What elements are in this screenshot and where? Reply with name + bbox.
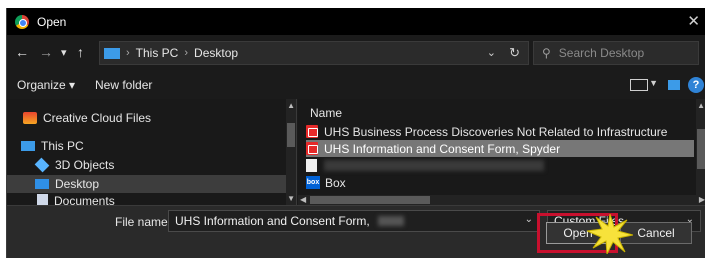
pdf-icon	[306, 125, 318, 138]
sidebar-item-label: This PC	[41, 139, 84, 153]
creative-cloud-icon	[23, 112, 37, 124]
documents-icon	[37, 194, 48, 205]
breadcrumb-separator: ›	[126, 47, 130, 59]
file-row[interactable]	[306, 157, 694, 174]
scroll-up-icon[interactable]: ▲	[697, 101, 705, 110]
view-options-icon[interactable]	[630, 79, 648, 91]
scrollbar-thumb[interactable]	[287, 123, 295, 147]
column-header-name[interactable]: Name	[310, 106, 342, 120]
file-name-input[interactable]: UHS Information and Consent Form, ⌄	[168, 210, 540, 232]
up-arrow-icon[interactable]: ↑	[77, 44, 84, 60]
organize-button[interactable]: Organize ▾	[17, 78, 75, 92]
pdf-icon	[306, 142, 318, 155]
pc-icon	[21, 141, 35, 151]
recent-locations-icon[interactable]: ▾	[61, 46, 67, 59]
file-list: Name UHS Business Process Discoveries No…	[298, 99, 705, 205]
back-arrow-icon[interactable]: ←	[15, 44, 29, 60]
3d-objects-icon	[34, 157, 50, 173]
redacted-text	[377, 216, 404, 226]
forward-arrow-icon[interactable]: →	[39, 44, 53, 60]
file-name-value: UHS Information and Consent Form,	[175, 214, 370, 228]
file-name-label: File name:	[115, 215, 172, 229]
sidebar-item-label: 3D Objects	[55, 158, 115, 172]
scroll-left-icon[interactable]: ◀	[300, 195, 306, 204]
this-pc-icon	[104, 47, 120, 59]
chrome-icon	[15, 14, 29, 29]
click-burst-icon	[587, 214, 633, 254]
file-name: Box	[325, 175, 346, 190]
horizontal-scrollbar[interactable]: ◀ ▶	[298, 195, 705, 205]
file-name: UHS Information and Consent Form, Spyder	[324, 141, 561, 156]
window-title: Open	[37, 14, 67, 29]
title-bar: Open ✕	[7, 8, 705, 35]
sidebar-item-desktop[interactable]: Desktop	[7, 175, 287, 193]
breadcrumb-separator: ›	[184, 47, 189, 59]
file-name: UHS Business Process Discoveries Not Rel…	[324, 124, 668, 139]
sidebar-item-3d-objects[interactable]: 3D Objects	[34, 156, 315, 174]
sidebar-item-this-pc[interactable]: This PC	[21, 137, 301, 155]
command-bar: Organize ▾ New folder ▼ ?	[7, 71, 705, 99]
chevron-down-icon[interactable]: ⌄	[525, 214, 533, 225]
refresh-icon[interactable]: ↻	[509, 45, 520, 61]
preview-pane-icon[interactable]	[668, 80, 680, 90]
sidebar-item-label: Creative Cloud Files	[43, 111, 152, 125]
breadcrumb-desktop[interactable]: Desktop	[194, 46, 238, 60]
desktop-icon	[35, 179, 49, 189]
scroll-up-icon[interactable]: ▲	[287, 101, 295, 110]
vertical-scrollbar[interactable]: ▲ ▼	[286, 99, 296, 205]
redacted-file-name	[324, 160, 544, 171]
scroll-right-icon[interactable]: ▶	[699, 195, 705, 204]
scrollbar-thumb[interactable]	[697, 129, 705, 169]
navigation-bar: ← → ▾ ↑ › This PC › Desktop ⌄ ↻ ⚲ Search…	[7, 35, 705, 71]
chevron-down-icon[interactable]: ⌄	[487, 46, 496, 59]
new-folder-button[interactable]: New folder	[95, 78, 152, 92]
help-icon[interactable]: ?	[688, 77, 704, 93]
scrollbar-thumb[interactable]	[310, 196, 430, 204]
chevron-down-icon[interactable]: ▼	[649, 78, 658, 88]
sidebar-item-creative-cloud[interactable]: Creative Cloud Files	[23, 109, 303, 127]
search-icon: ⚲	[542, 46, 551, 60]
navigation-pane: Creative Cloud Files This PC 3D Objects …	[7, 99, 297, 205]
box-icon: box	[306, 176, 320, 189]
address-bar[interactable]: › This PC › Desktop ⌄ ↻	[99, 41, 529, 65]
search-placeholder: Search Desktop	[558, 46, 645, 60]
search-box[interactable]: ⚲ Search Desktop	[533, 41, 699, 65]
close-icon[interactable]: ✕	[687, 12, 700, 30]
document-icon	[306, 159, 317, 172]
breadcrumb-this-pc[interactable]: This PC	[136, 46, 179, 60]
file-row[interactable]: UHS Business Process Discoveries Not Rel…	[306, 123, 694, 140]
file-row[interactable]: UHS Information and Consent Form, Spyder	[306, 140, 694, 157]
sidebar-item-label: Documents	[54, 194, 115, 205]
sidebar-item-label: Desktop	[55, 177, 100, 191]
header-strip	[0, 0, 705, 8]
file-row[interactable]: box Box	[306, 174, 694, 191]
sidebar-item-documents[interactable]: Documents	[35, 194, 315, 205]
vertical-scrollbar[interactable]: ▲	[696, 99, 705, 195]
scroll-down-icon[interactable]: ▼	[287, 194, 295, 203]
